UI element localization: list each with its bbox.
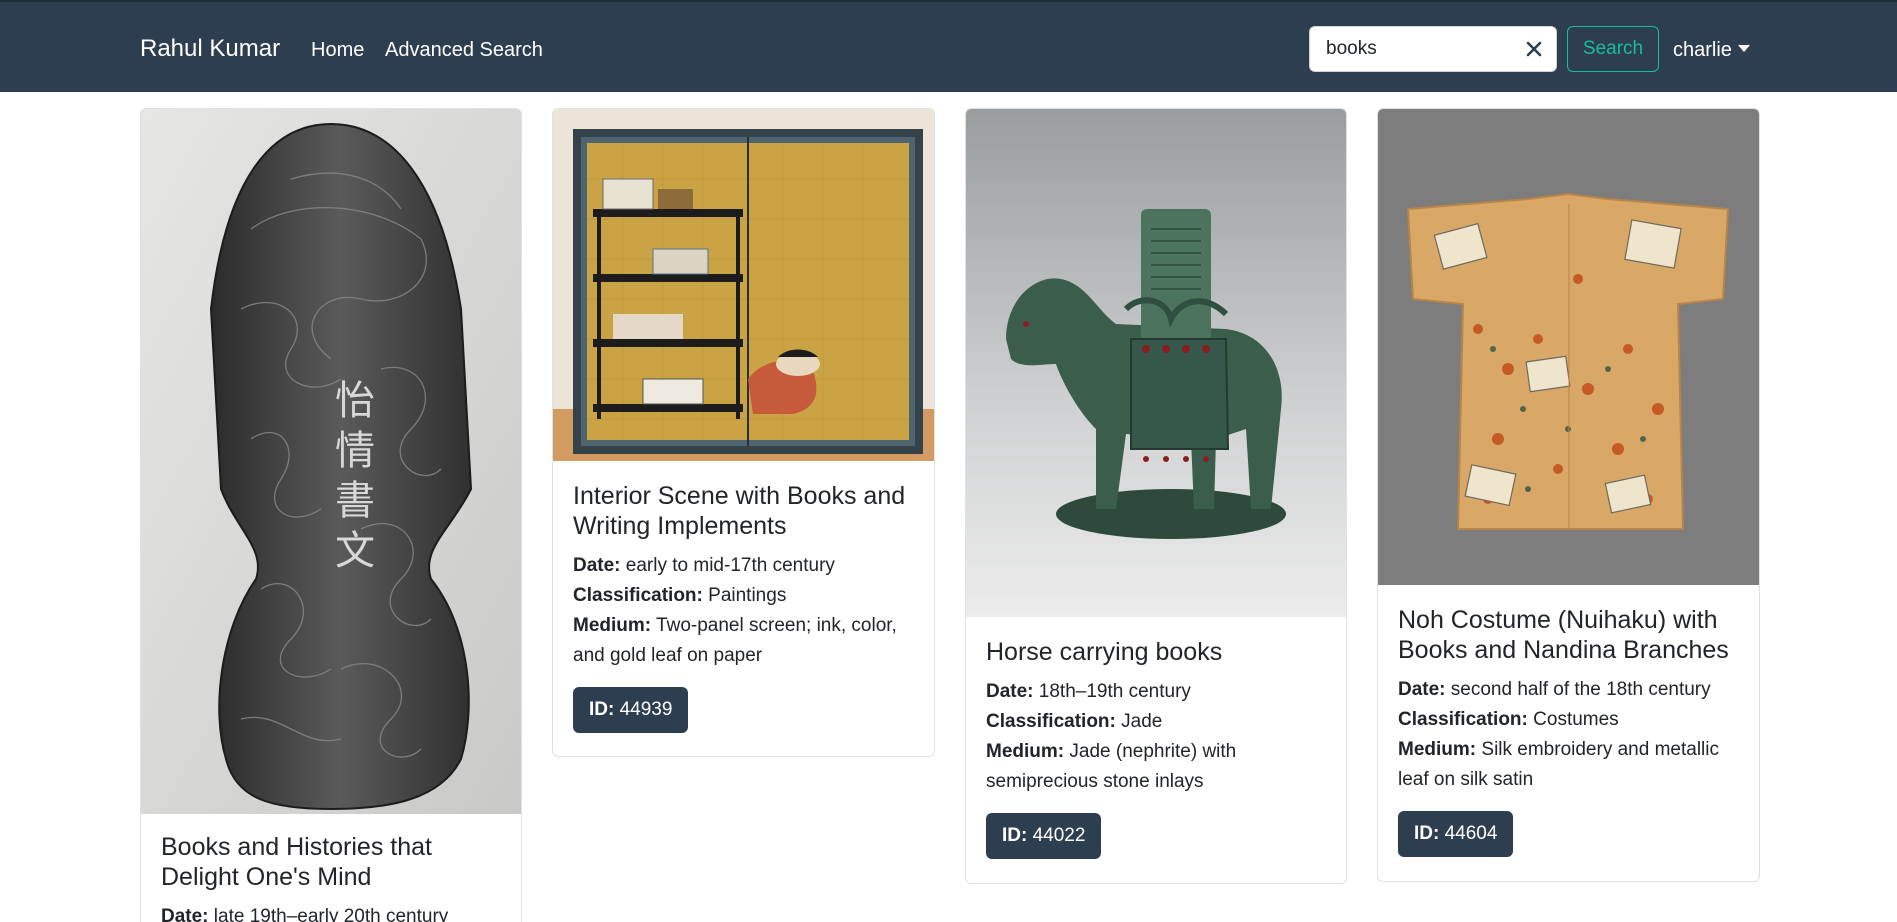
- id-badge-button[interactable]: ID: 44022: [986, 813, 1102, 859]
- brand-link[interactable]: Rahul Kumar: [140, 34, 280, 64]
- artwork-card[interactable]: 怡 情 書 文 Books and Histories that Delight…: [140, 108, 522, 922]
- artwork-image: 怡 情 書 文: [141, 109, 521, 814]
- id-badge-button[interactable]: ID: 44939: [573, 687, 689, 733]
- nav-link-home[interactable]: Home: [311, 37, 364, 63]
- chevron-down-icon: [1737, 45, 1750, 52]
- card-title: Interior Scene with Books and Writing Im…: [573, 482, 906, 540]
- card-title: Horse carrying books: [986, 638, 1223, 666]
- card-body: Noh Costume (Nuihaku) with Books and Nan…: [1398, 605, 1741, 857]
- date-line: Date: late 19th–early 20th century: [161, 906, 449, 922]
- classification-line: Classification: Jade: [986, 711, 1163, 732]
- screen-painting-image: [553, 109, 934, 461]
- search-box: [1309, 26, 1557, 72]
- clear-search-icon[interactable]: [1524, 39, 1544, 59]
- card-body: Books and Histories that Delight One's M…: [161, 832, 503, 922]
- artwork-card[interactable]: Horse carrying books Date: 18th–19th cen…: [965, 108, 1347, 884]
- classification-line: Classification: Costumes: [1398, 709, 1619, 730]
- date-line: Date: 18th–19th century: [986, 681, 1191, 702]
- card-body: Interior Scene with Books and Writing Im…: [573, 481, 916, 733]
- search-input[interactable]: [1310, 27, 1510, 71]
- svg-text:書: 書: [335, 478, 375, 524]
- svg-text:文: 文: [335, 528, 375, 574]
- medium-line: Medium: Jade (nephrite) with semipreciou…: [986, 741, 1237, 792]
- id-badge-button[interactable]: ID: 44604: [1398, 811, 1514, 857]
- noh-costume-image: [1378, 109, 1759, 585]
- jade-horse-image: [966, 109, 1346, 617]
- search-button[interactable]: Search: [1567, 26, 1659, 72]
- artwork-image: [1378, 109, 1759, 585]
- navbar: Rahul Kumar Home Advanced Search Search …: [0, 0, 1897, 92]
- card-title: Books and Histories that Delight One's M…: [161, 833, 432, 891]
- medium-line: Medium: Two-panel screen; ink, color, an…: [573, 615, 897, 666]
- user-dropdown[interactable]: charlie: [1673, 37, 1750, 63]
- card-title: Noh Costume (Nuihaku) with Books and Nan…: [1398, 606, 1729, 664]
- artwork-card[interactable]: Noh Costume (Nuihaku) with Books and Nan…: [1377, 108, 1760, 882]
- medium-line: Medium: Silk embroidery and metallic lea…: [1398, 739, 1719, 790]
- nav-link-advanced-search[interactable]: Advanced Search: [385, 37, 543, 63]
- classification-line: Classification: Paintings: [573, 585, 787, 606]
- date-line: Date: second half of the 18th century: [1398, 679, 1711, 700]
- ink-stick-photo-image: 怡 情 書 文: [141, 109, 521, 814]
- artwork-image: [553, 109, 934, 461]
- svg-text:怡: 怡: [335, 378, 375, 424]
- svg-text:情: 情: [335, 428, 375, 474]
- artwork-card[interactable]: Interior Scene with Books and Writing Im…: [552, 108, 935, 757]
- artwork-image: [966, 109, 1346, 617]
- date-line: Date: early to mid-17th century: [573, 555, 835, 576]
- card-body: Horse carrying books Date: 18th–19th cen…: [986, 637, 1328, 859]
- user-name: charlie: [1673, 39, 1732, 61]
